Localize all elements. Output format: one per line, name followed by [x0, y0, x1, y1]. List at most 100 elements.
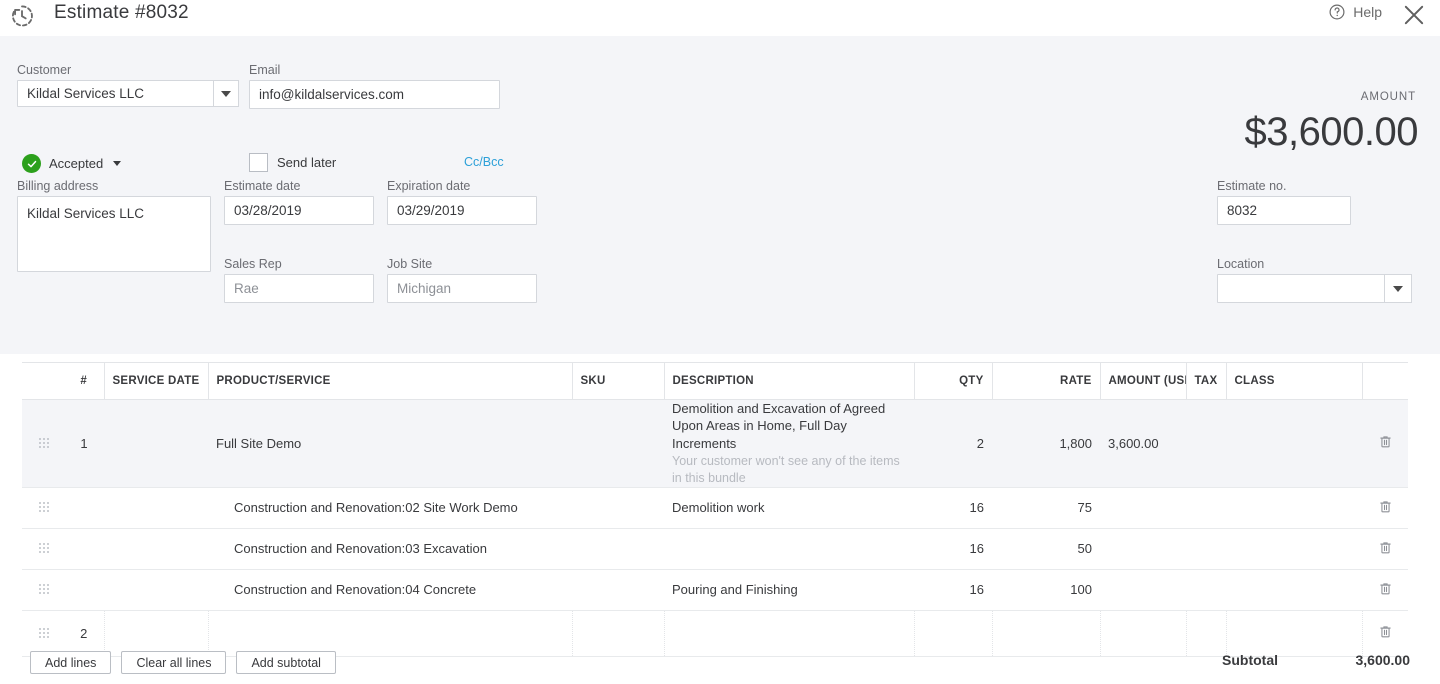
send-later-label: Send later	[277, 155, 336, 170]
amount-total: $3,600.00	[1245, 110, 1418, 155]
question-circle-icon	[1328, 3, 1346, 21]
drag-handle-icon[interactable]	[38, 501, 49, 512]
chevron-down-icon	[221, 91, 231, 97]
drag-handle-cell[interactable]	[22, 528, 64, 569]
trash-icon[interactable]	[1378, 624, 1393, 641]
trash-icon[interactable]	[1378, 434, 1393, 451]
send-later-checkbox[interactable]: Send later	[249, 153, 336, 172]
location-dropdown-button[interactable]	[1384, 274, 1412, 303]
billing-address-textarea[interactable]: Kildal Services LLC	[17, 196, 211, 272]
col-description: DESCRIPTION	[664, 363, 914, 399]
drag-handle-cell[interactable]	[22, 399, 64, 487]
row-class[interactable]	[1226, 610, 1362, 656]
location-input[interactable]	[1217, 274, 1385, 303]
row-service-date[interactable]	[104, 399, 208, 487]
trash-icon[interactable]	[1378, 581, 1393, 598]
row-qty[interactable]	[914, 610, 992, 656]
table-row[interactable]: 2	[22, 610, 1408, 656]
row-description[interactable]	[664, 528, 914, 569]
drag-handle-icon[interactable]	[38, 583, 49, 594]
row-rate[interactable]: 50	[992, 528, 1100, 569]
subtotal-value: 3,600.00	[1356, 652, 1411, 668]
drag-handle-icon[interactable]	[38, 437, 49, 448]
row-sku[interactable]	[572, 569, 664, 610]
drag-handle-cell[interactable]	[22, 610, 64, 656]
trash-icon[interactable]	[1378, 499, 1393, 516]
row-product-service[interactable]: Full Site Demo	[208, 399, 572, 487]
close-icon[interactable]	[1400, 1, 1428, 29]
delete-row-button[interactable]	[1362, 569, 1408, 610]
sales-rep-input[interactable]: Rae	[224, 274, 374, 303]
row-description[interactable]	[664, 610, 914, 656]
row-sku[interactable]	[572, 399, 664, 487]
row-service-date[interactable]	[104, 610, 208, 656]
row-class[interactable]	[1226, 528, 1362, 569]
row-rate[interactable]: 100	[992, 569, 1100, 610]
table-row[interactable]: Construction and Renovation:02 Site Work…	[22, 487, 1408, 528]
row-sku[interactable]	[572, 487, 664, 528]
row-rate[interactable]: 75	[992, 487, 1100, 528]
row-qty[interactable]: 16	[914, 569, 992, 610]
row-description[interactable]: Pouring and Finishing	[664, 569, 914, 610]
row-tax[interactable]	[1186, 487, 1226, 528]
table-row[interactable]: Construction and Renovation:04 Concrete …	[22, 569, 1408, 610]
drag-handle-cell[interactable]	[22, 487, 64, 528]
email-label: Email	[249, 63, 280, 77]
row-product-service[interactable]: Construction and Renovation:03 Excavatio…	[208, 528, 572, 569]
row-description[interactable]: Demolition work	[664, 487, 914, 528]
delete-row-button[interactable]	[1362, 610, 1408, 656]
delete-row-button[interactable]	[1362, 487, 1408, 528]
clear-all-lines-button[interactable]: Clear all lines	[121, 651, 226, 674]
row-qty[interactable]: 2	[914, 399, 992, 487]
row-description[interactable]: Demolition and Excavation of Agreed Upon…	[664, 399, 914, 487]
add-subtotal-button[interactable]: Add subtotal	[236, 651, 336, 674]
row-class[interactable]	[1226, 487, 1362, 528]
row-service-date[interactable]	[104, 569, 208, 610]
add-lines-button[interactable]: Add lines	[30, 651, 111, 674]
line-actions-toolbar: Add lines Clear all lines Add subtotal	[30, 651, 336, 674]
chevron-down-icon	[113, 161, 121, 166]
table-row[interactable]: Construction and Renovation:03 Excavatio…	[22, 528, 1408, 569]
row-number	[64, 487, 104, 528]
customer-dropdown-button[interactable]	[213, 80, 239, 107]
row-tax[interactable]	[1186, 399, 1226, 487]
row-qty[interactable]: 16	[914, 487, 992, 528]
job-site-input[interactable]: Michigan	[387, 274, 537, 303]
history-clock-icon[interactable]	[9, 3, 35, 29]
row-product-service[interactable]: Construction and Renovation:04 Concrete	[208, 569, 572, 610]
row-rate[interactable]	[992, 610, 1100, 656]
estimate-no-input[interactable]: 8032	[1217, 196, 1351, 225]
customer-input[interactable]: Kildal Services LLC	[17, 80, 214, 107]
col-amount: AMOUNT (USD)	[1100, 363, 1186, 399]
row-service-date[interactable]	[104, 528, 208, 569]
estimate-date-input[interactable]: 03/28/2019	[224, 196, 374, 225]
col-tax: TAX	[1186, 363, 1226, 399]
row-tax[interactable]	[1186, 610, 1226, 656]
drag-handle-icon[interactable]	[38, 627, 49, 638]
email-input[interactable]: info@kildalservices.com	[249, 80, 500, 109]
help-button[interactable]: Help	[1328, 3, 1382, 21]
billing-address-label: Billing address	[17, 179, 98, 193]
cc-bcc-link[interactable]: Cc/Bcc	[464, 155, 504, 169]
row-tax[interactable]	[1186, 528, 1226, 569]
row-product-service[interactable]: Construction and Renovation:02 Site Work…	[208, 487, 572, 528]
row-tax[interactable]	[1186, 569, 1226, 610]
row-product-service[interactable]	[208, 610, 572, 656]
row-rate[interactable]: 1,800	[992, 399, 1100, 487]
drag-handle-cell[interactable]	[22, 569, 64, 610]
trash-icon[interactable]	[1378, 540, 1393, 557]
delete-row-button[interactable]	[1362, 399, 1408, 487]
row-sku[interactable]	[572, 528, 664, 569]
row-amount	[1100, 610, 1186, 656]
status-badge[interactable]: Accepted	[22, 154, 121, 173]
drag-handle-icon[interactable]	[38, 542, 49, 553]
row-service-date[interactable]	[104, 487, 208, 528]
expiration-date-input[interactable]: 03/29/2019	[387, 196, 537, 225]
row-amount: 3,600.00	[1100, 399, 1186, 487]
row-class[interactable]	[1226, 399, 1362, 487]
row-sku[interactable]	[572, 610, 664, 656]
delete-row-button[interactable]	[1362, 528, 1408, 569]
row-class[interactable]	[1226, 569, 1362, 610]
table-row[interactable]: 1 Full Site Demo Demolition and Excavati…	[22, 399, 1408, 487]
row-qty[interactable]: 16	[914, 528, 992, 569]
